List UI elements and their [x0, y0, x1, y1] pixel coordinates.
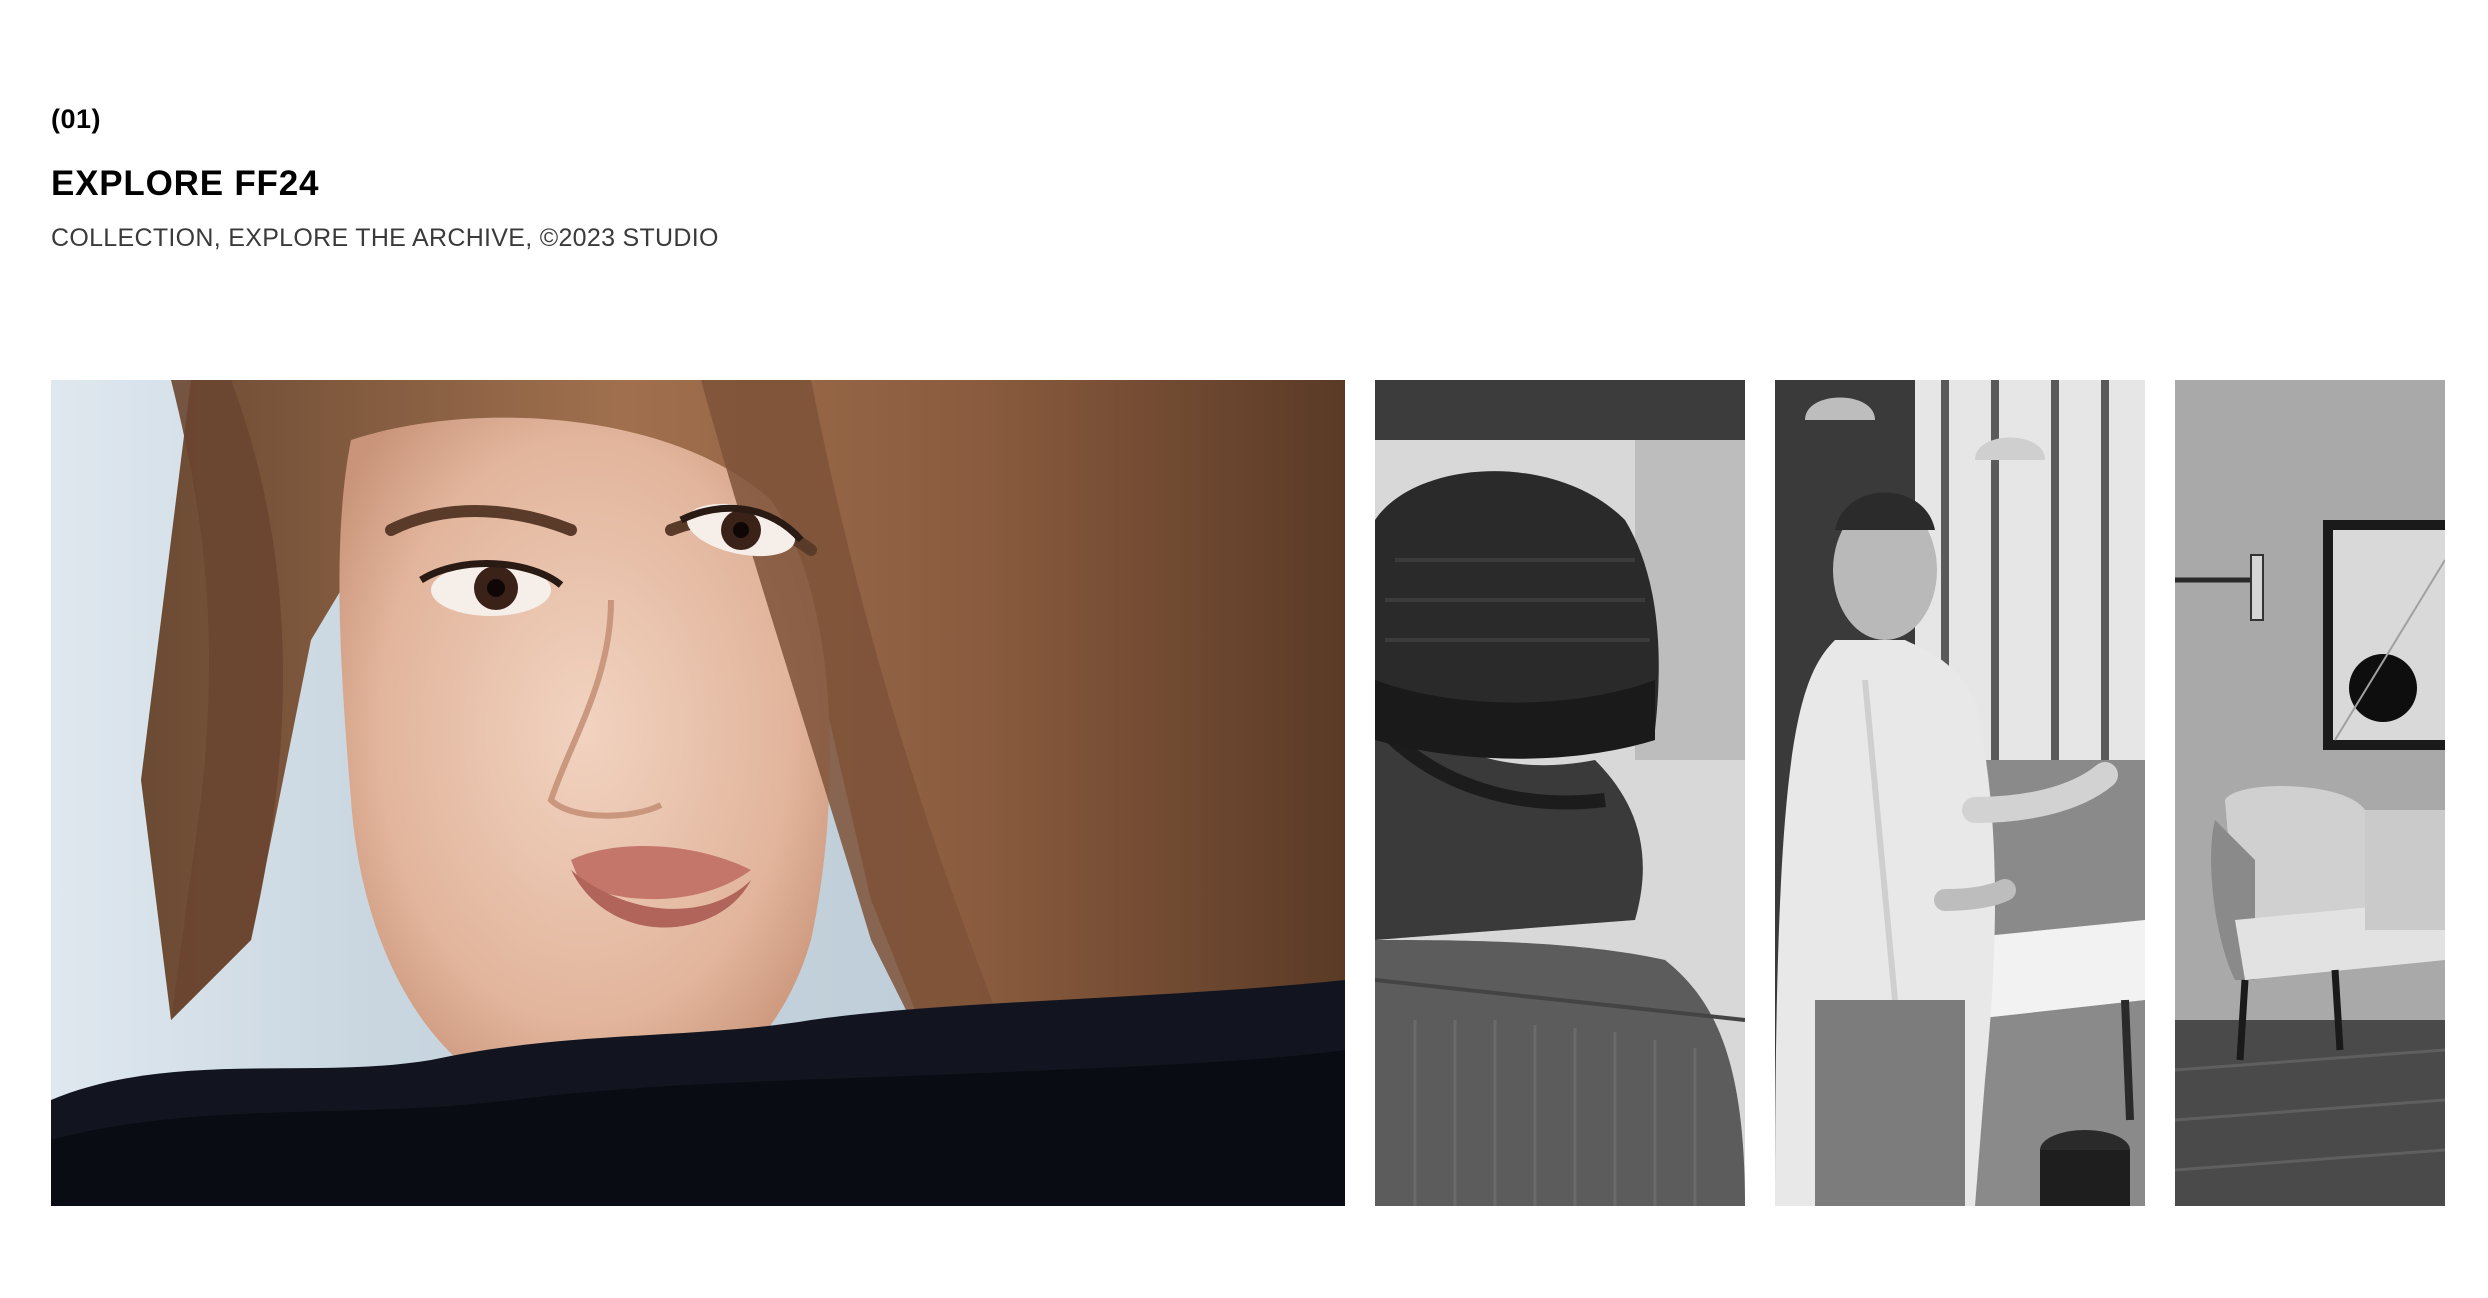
gallery-image-beanie[interactable] — [1375, 380, 1745, 1206]
interior-armchair-image — [2175, 380, 2445, 1206]
woman-portrait-image — [51, 380, 1345, 1206]
gallery-image-interior[interactable] — [2175, 380, 2445, 1206]
man-office-gesturing-image — [1775, 380, 2145, 1206]
section-title: EXPLORE FF24 — [51, 164, 320, 203]
section-subtitle: COLLECTION, EXPLORE THE ARCHIVE, ©2023 S… — [51, 224, 719, 252]
section-index: (01) — [51, 104, 102, 134]
gallery-image-office[interactable] — [1775, 380, 2145, 1206]
man-beanie-back-image — [1375, 380, 1745, 1206]
gallery-image-portrait[interactable] — [51, 380, 1345, 1206]
